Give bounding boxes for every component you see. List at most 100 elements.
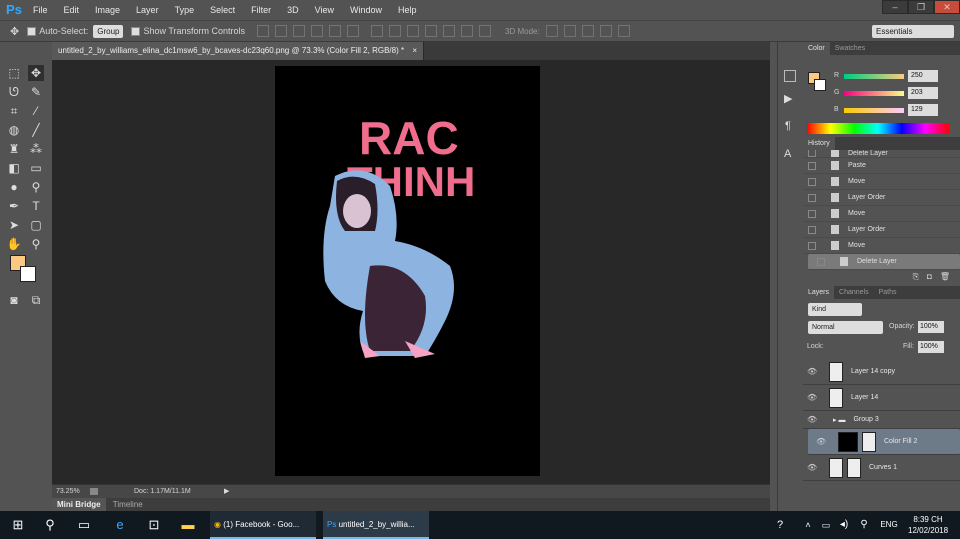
crop-tool-icon[interactable]: ⌗ xyxy=(6,103,22,119)
g-slider[interactable] xyxy=(844,91,904,96)
taskbar-photoshop[interactable]: Ps untitled_2_by_willia... xyxy=(323,511,429,539)
marquee-tool-icon[interactable]: ⬚ xyxy=(6,65,22,81)
tab-history[interactable]: History xyxy=(803,137,835,150)
3d-slide-icon[interactable] xyxy=(599,25,612,37)
close-tab-icon[interactable]: × xyxy=(412,46,417,55)
r-value[interactable]: 250 xyxy=(908,70,938,82)
history-item[interactable]: Move xyxy=(803,174,960,190)
r-slider[interactable] xyxy=(844,74,904,79)
eye-icon[interactable]: 👁 xyxy=(807,367,819,376)
tab-swatches[interactable]: Swatches xyxy=(830,42,870,55)
camera-icon[interactable]: ◘ xyxy=(927,270,932,284)
3d-roll-icon[interactable] xyxy=(563,25,576,37)
color-bg-swatch[interactable] xyxy=(814,79,826,91)
eye-icon[interactable]: 👁 xyxy=(816,436,828,447)
eraser-icon[interactable]: ◧ xyxy=(6,160,22,176)
actions-panel-icon[interactable]: ▶ xyxy=(784,92,792,105)
color-spectrum[interactable] xyxy=(807,123,949,134)
menu-3d[interactable]: 3D xyxy=(279,0,307,20)
character-panel-icon[interactable]: A xyxy=(784,148,791,160)
b-value[interactable]: 129 xyxy=(908,104,938,116)
document-tab[interactable]: untitled_2_by_williams_elina_dc1msw6_by_… xyxy=(52,42,424,60)
layer-group-row[interactable]: 👁 ▸ ▬ Group 3 xyxy=(803,411,960,429)
align-center-icon[interactable] xyxy=(329,25,342,37)
distribute-left-icon[interactable] xyxy=(425,25,438,37)
menu-file[interactable]: File xyxy=(25,0,56,20)
history-item[interactable]: Layer Order xyxy=(803,190,960,206)
workspace-dropdown[interactable]: Essentials xyxy=(872,24,954,38)
taskbar-chrome-facebook[interactable]: ◉ (1) Facebook - Goo... xyxy=(210,511,316,539)
tab-paths[interactable]: Paths xyxy=(874,286,902,299)
status-arrow-icon[interactable]: ▶ xyxy=(224,485,229,498)
opacity-input[interactable]: 100% xyxy=(918,321,944,333)
history-item[interactable]: Paste xyxy=(803,158,960,174)
path-select-icon[interactable]: ➤ xyxy=(6,217,22,233)
menu-image[interactable]: Image xyxy=(87,0,128,20)
layer-row[interactable]: 👁 Curves 1 xyxy=(803,455,960,481)
tab-mini-bridge[interactable]: Mini Bridge xyxy=(52,498,106,511)
minimize-button[interactable]: – xyxy=(882,0,908,14)
b-slider[interactable] xyxy=(844,108,904,113)
g-value[interactable]: 203 xyxy=(908,87,938,99)
kind-filter-dropdown[interactable]: Kind xyxy=(808,303,862,316)
eye-icon[interactable]: 👁 xyxy=(807,463,819,472)
clock[interactable]: 8:39 CH 12/02/2018 xyxy=(908,514,948,536)
distribute-right-icon[interactable] xyxy=(461,25,474,37)
menu-window[interactable]: Window xyxy=(342,0,390,20)
task-view-icon[interactable]: ▭ xyxy=(72,511,96,539)
paragraph-panel-icon[interactable]: ¶ xyxy=(785,120,791,132)
shape-tool-icon[interactable]: ▢ xyxy=(28,217,44,233)
tab-timeline[interactable]: Timeline xyxy=(108,498,148,511)
tab-channels[interactable]: Channels xyxy=(834,286,874,299)
background-color-swatch[interactable] xyxy=(20,266,36,282)
align-bottom-icon[interactable] xyxy=(293,25,306,37)
menu-help[interactable]: Help xyxy=(390,0,425,20)
distribute-top-icon[interactable] xyxy=(371,25,384,37)
distribute-middle-icon[interactable] xyxy=(389,25,402,37)
auto-align-icon[interactable] xyxy=(479,25,492,37)
3d-scale-icon[interactable] xyxy=(617,25,630,37)
distribute-bottom-icon[interactable] xyxy=(407,25,420,37)
file-explorer-icon[interactable]: ▬ xyxy=(176,511,200,539)
layer-row[interactable]: 👁 Layer 14 copy xyxy=(803,359,960,385)
pen-tool-icon[interactable]: ✒ xyxy=(6,198,22,214)
menu-layer[interactable]: Layer xyxy=(128,0,167,20)
healing-brush-icon[interactable]: ◍ xyxy=(6,122,22,138)
tab-layers[interactable]: Layers xyxy=(803,286,835,299)
help-icon[interactable]: ? xyxy=(768,511,792,539)
layer-row[interactable]: 👁 Color Fill 2 xyxy=(808,429,960,455)
screen-mode-icon[interactable]: ⧉ xyxy=(28,292,44,308)
dodge-tool-icon[interactable]: ⚲ xyxy=(28,179,44,195)
distribute-center-icon[interactable] xyxy=(443,25,456,37)
store-icon[interactable]: ⊡ xyxy=(142,511,166,539)
move-tool-icon[interactable]: ✥ xyxy=(28,65,44,81)
align-right-icon[interactable] xyxy=(347,25,360,37)
edge-icon[interactable]: e xyxy=(108,511,132,539)
eye-icon[interactable]: 👁 xyxy=(807,415,819,424)
history-panel-icon[interactable] xyxy=(784,70,796,82)
gradient-icon[interactable]: ▭ xyxy=(28,160,44,176)
fill-input[interactable]: 100% xyxy=(918,341,944,353)
lasso-tool-icon[interactable]: ᘎ xyxy=(6,84,22,100)
transform-controls-checkbox[interactable] xyxy=(131,26,141,36)
history-item[interactable]: Delete Layer xyxy=(803,150,960,158)
document-canvas[interactable]: RAC THINH xyxy=(275,66,540,476)
close-window-button[interactable]: ✕ xyxy=(934,0,960,14)
clone-stamp-icon[interactable]: ♜ xyxy=(6,141,22,157)
auto-select-checkbox[interactable] xyxy=(27,26,37,36)
history-brush-icon[interactable]: ⁂ xyxy=(28,141,44,157)
restore-button[interactable]: ❐ xyxy=(908,0,934,14)
align-top-icon[interactable] xyxy=(257,25,270,37)
layer-row[interactable]: 👁 Layer 14 xyxy=(803,385,960,411)
menu-edit[interactable]: Edit xyxy=(56,0,88,20)
type-tool-icon[interactable]: T xyxy=(28,198,44,214)
3d-rotate-icon[interactable] xyxy=(545,25,558,37)
tab-color[interactable]: Color xyxy=(803,42,830,55)
history-item[interactable]: Move xyxy=(803,206,960,222)
history-item[interactable]: Delete Layer xyxy=(808,254,960,270)
windows-start-icon[interactable]: ⊞ xyxy=(6,511,30,539)
blur-tool-icon[interactable]: ● xyxy=(6,179,22,195)
history-item[interactable]: Layer Order xyxy=(803,222,960,238)
move-tool-icon[interactable]: ✥ xyxy=(10,25,19,38)
menu-type[interactable]: Type xyxy=(167,0,203,20)
